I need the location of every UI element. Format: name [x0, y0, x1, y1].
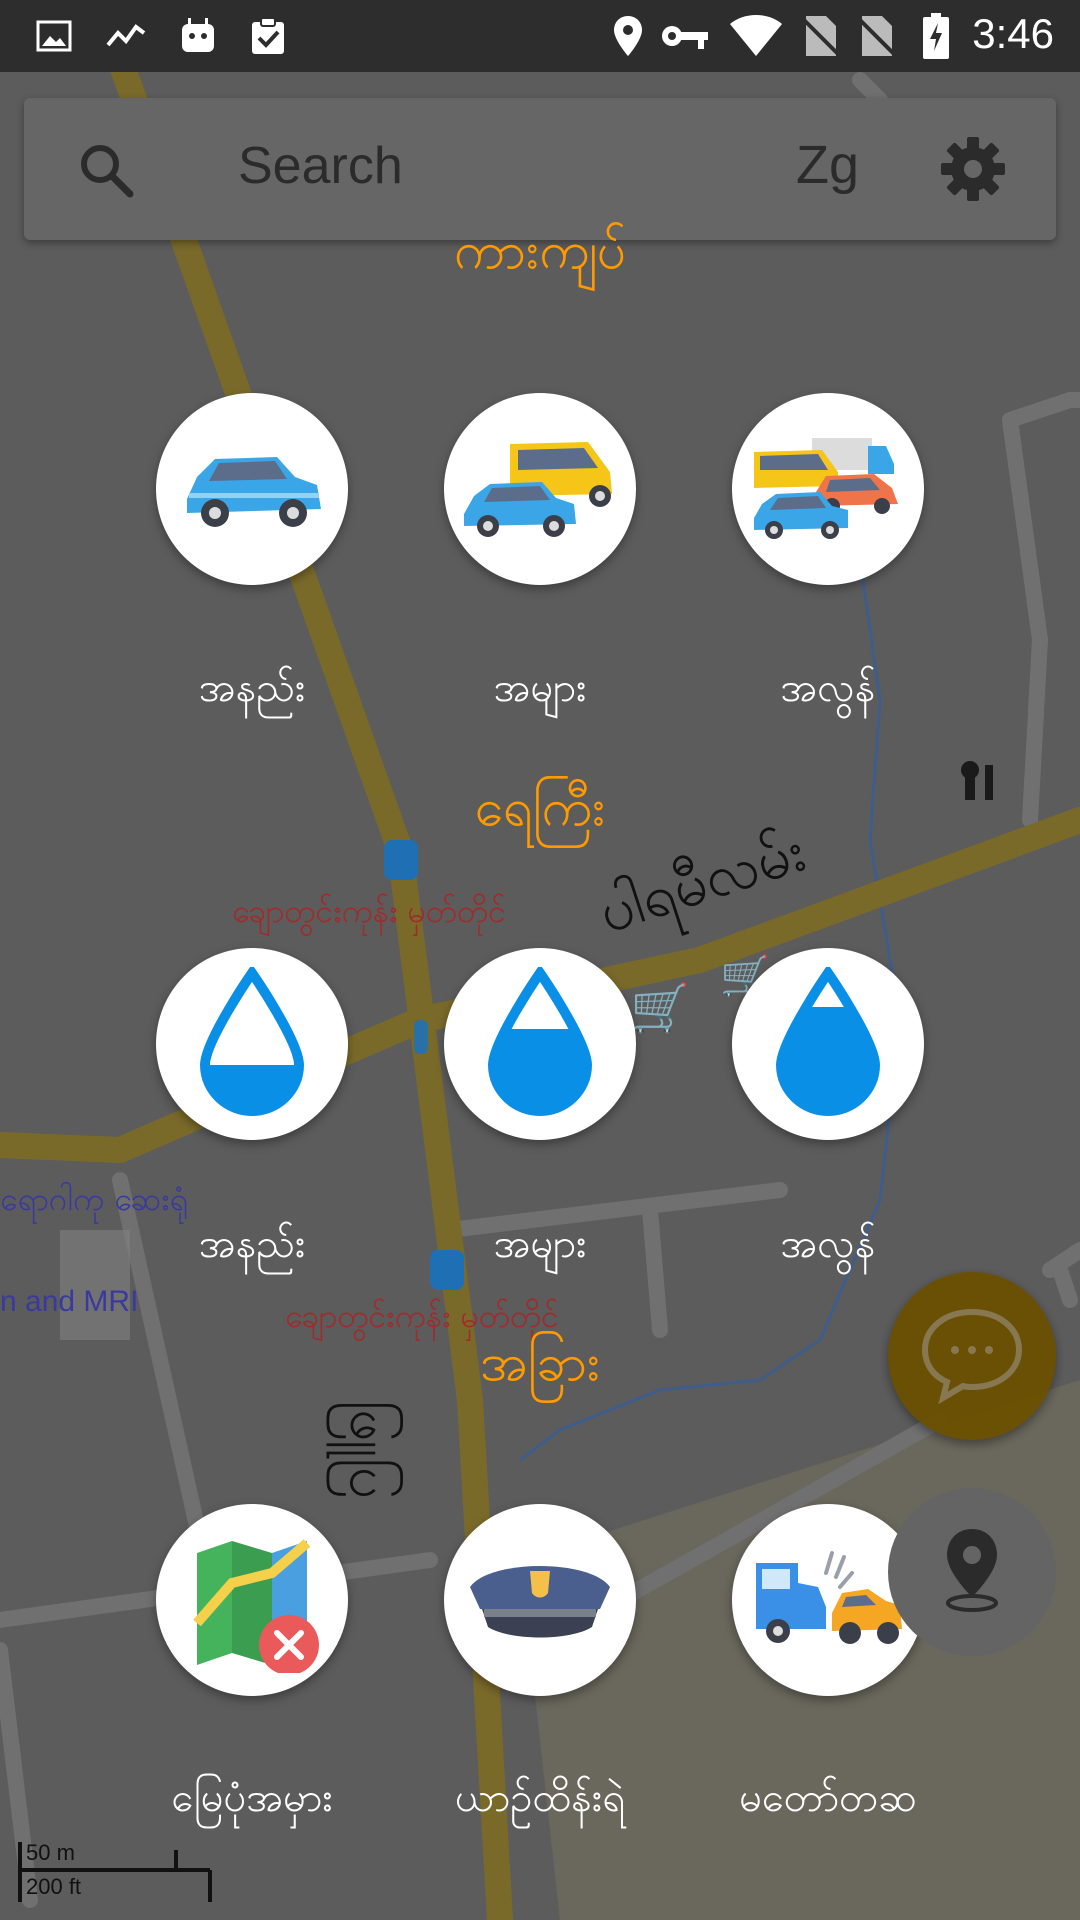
traffic-low-label: အနည်း	[198, 665, 306, 711]
battery-charging-icon	[922, 13, 950, 59]
chat-fab[interactable]	[888, 1272, 1056, 1440]
flood-high-button[interactable]	[732, 948, 924, 1140]
image-icon	[36, 14, 72, 58]
font-toggle-button[interactable]: Zg	[796, 134, 859, 196]
traffic-low-button[interactable]	[156, 393, 348, 585]
car-icon	[177, 437, 327, 541]
map-error-button[interactable]	[156, 1504, 348, 1696]
water-drop-medium-icon	[485, 964, 595, 1121]
traffic-medium-label: အများ	[493, 665, 587, 711]
gear-icon[interactable]	[940, 136, 1006, 206]
location-icon	[612, 14, 644, 58]
flood-medium-button[interactable]	[444, 948, 636, 1140]
map-label-vertical-road: ဖြူပြ	[337, 1400, 402, 1499]
traffic-police-button[interactable]	[444, 1504, 636, 1696]
flood-low-button[interactable]	[156, 948, 348, 1140]
no-sim-icon	[856, 14, 896, 58]
map-label-bus-stop: ချောတွင်းကုန်း မှတ်တိုင်	[232, 892, 506, 930]
police-cap-icon	[460, 1543, 620, 1657]
traffic-jam-icon	[748, 432, 908, 546]
flood-medium-label: အများ	[493, 1221, 587, 1267]
no-sim-icon	[800, 14, 840, 58]
traffic-heavy-button[interactable]	[732, 393, 924, 585]
wifi-icon	[728, 14, 784, 58]
car-accident-icon	[748, 1543, 908, 1657]
water-drop-high-icon	[773, 964, 883, 1121]
search-icon[interactable]	[76, 140, 136, 204]
my-location-fab[interactable]	[888, 1488, 1056, 1656]
section-title-traffic: ကားကျပ်	[453, 221, 627, 281]
scale-imperial-label: 200 ft	[26, 1874, 82, 1899]
map-error-label: မြေပုံအမှား	[171, 1775, 333, 1821]
clock-time: 3:46	[972, 10, 1054, 57]
traffic-police-label: ယာဉ်ထိန်းရဲ	[455, 1775, 625, 1821]
car-and-van-icon	[460, 432, 620, 546]
map-error-icon	[177, 1523, 327, 1677]
map-label-mri: n and MRI	[0, 1285, 139, 1318]
flood-heavy-label: အလွန်	[780, 1221, 876, 1267]
search-input[interactable]: Search	[238, 136, 403, 196]
water-drop-low-icon	[197, 964, 307, 1121]
map-scale-bar: 50 m 200 ft	[18, 1840, 218, 1910]
scale-metric-label: 50 m	[26, 1840, 75, 1865]
chat-bubble-icon	[917, 1304, 1027, 1408]
clipboard-check-icon	[248, 14, 288, 58]
location-pin-icon	[937, 1525, 1007, 1619]
status-bar: 3:46	[0, 0, 1080, 72]
flood-low-label: အနည်း	[198, 1221, 306, 1267]
traffic-heavy-label: အလွန်	[780, 665, 876, 711]
android-icon	[178, 14, 218, 58]
activity-icon	[106, 14, 146, 58]
svg-text:🛒: 🛒	[630, 981, 690, 1037]
vpn-key-icon	[660, 14, 710, 58]
traffic-medium-button[interactable]	[444, 393, 636, 585]
accident-label: မတော်တဆ	[739, 1775, 917, 1821]
section-title-flood: ရေကြီး	[474, 778, 606, 838]
